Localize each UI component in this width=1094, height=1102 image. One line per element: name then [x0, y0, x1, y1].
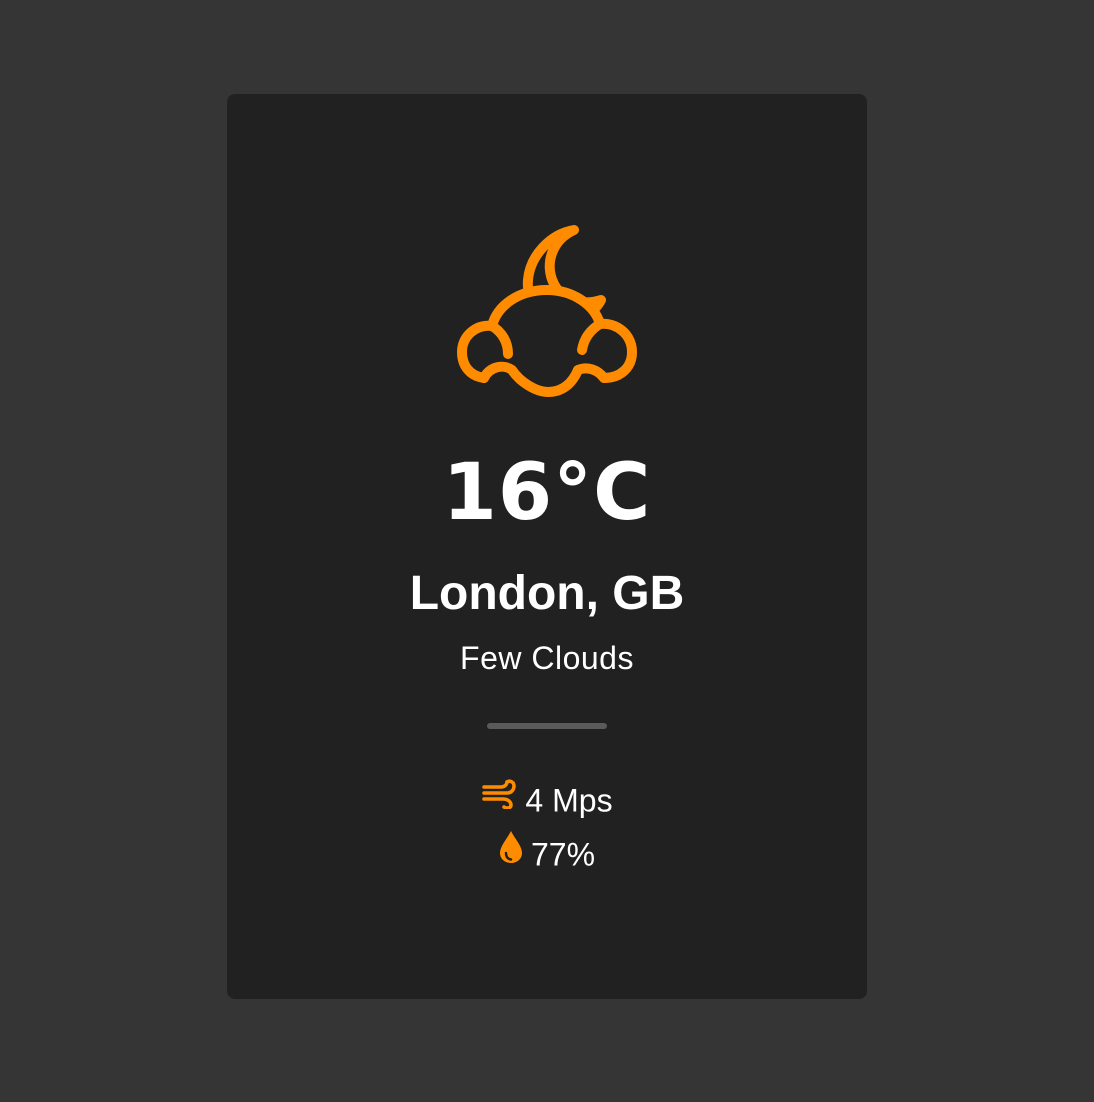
wind-icon: [481, 778, 517, 818]
few-clouds-night-icon: [457, 225, 637, 397]
wind-value: 4 Mps: [525, 782, 613, 819]
temperature: 16°C: [442, 448, 652, 538]
weather-description: Few Clouds: [460, 640, 634, 676]
humidity-stat: 77%: [227, 830, 867, 876]
humidity-drop-icon: [499, 830, 523, 873]
humidity-value: 77%: [530, 836, 596, 873]
location: London, GB: [409, 567, 685, 620]
divider: [487, 723, 607, 729]
wind-stat: 4 Mps: [227, 778, 867, 821]
